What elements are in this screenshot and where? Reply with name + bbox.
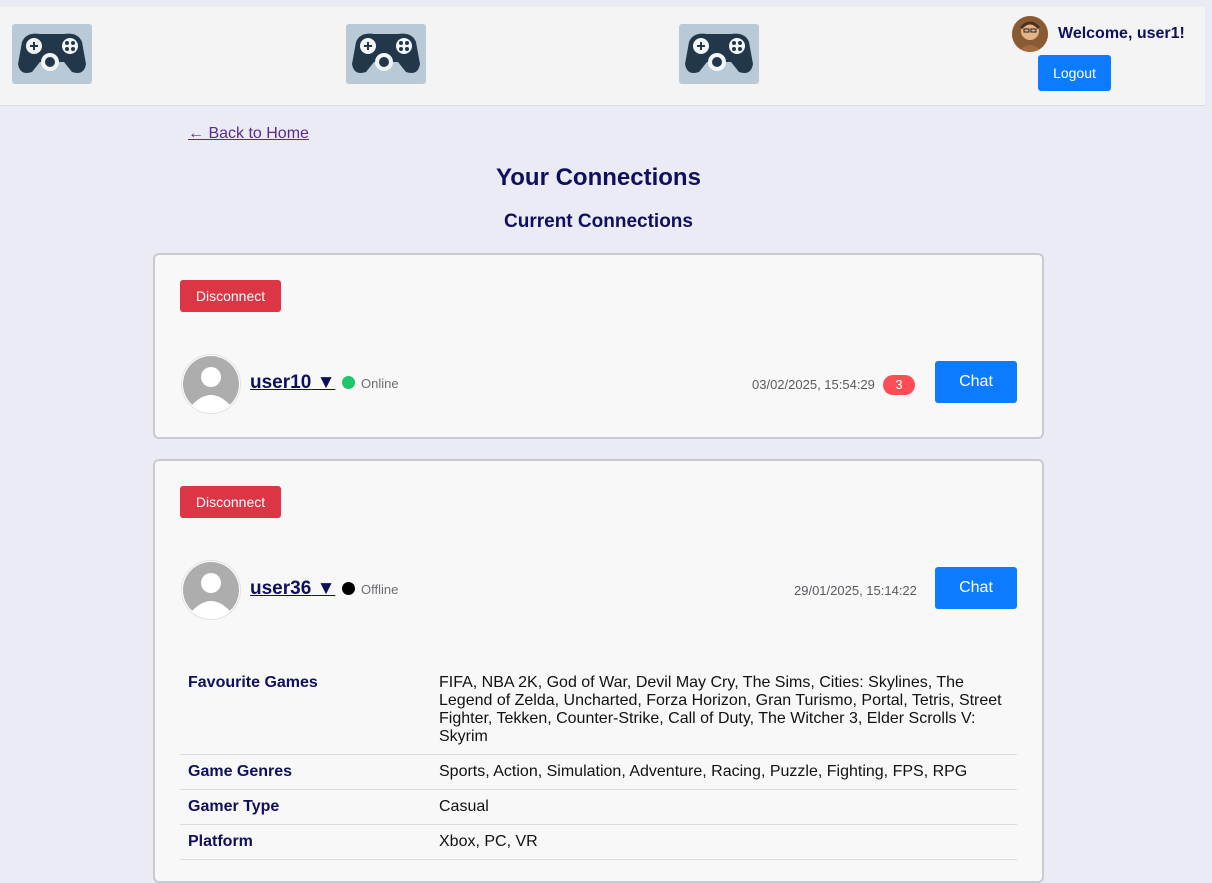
last-message-time: 29/01/2025, 15:14:22 — [794, 583, 917, 598]
table-row: Game Genres Sports, Action, Simulation, … — [180, 754, 1017, 790]
table-row: Platform Xbox, PC, VR — [180, 824, 1017, 860]
table-row: Gamer Type Casual — [180, 789, 1017, 825]
connection-card: Disconnect user10 ▼ Online 03/02/2025, 1… — [153, 253, 1044, 439]
welcome-text: Welcome, user1! — [1058, 25, 1185, 42]
chat-button[interactable]: Chat — [935, 567, 1017, 609]
connection-card: Disconnect user36 ▼ Offline 29/01/2025, … — [153, 459, 1044, 883]
page-title: Your Connections — [496, 164, 701, 191]
username-link[interactable]: user10 ▼ — [250, 372, 335, 394]
detail-value: Sports, Action, Simulation, Adventure, R… — [431, 754, 1017, 790]
disconnect-button[interactable]: Disconnect — [180, 486, 281, 518]
table-row: Favourite Games FIFA, NBA 2K, God of War… — [180, 666, 1017, 755]
unread-badge: 3 — [883, 375, 915, 395]
logout-button[interactable]: Logout — [1038, 55, 1111, 91]
user-avatar[interactable] — [1012, 16, 1048, 52]
detail-label: Platform — [180, 824, 431, 860]
disconnect-button[interactable]: Disconnect — [180, 280, 281, 312]
top-header: Welcome, user1! Logout — [0, 7, 1205, 106]
back-to-home-link[interactable]: ← Back to Home — [188, 125, 309, 143]
gamepad-logo-icon[interactable] — [679, 24, 759, 84]
detail-value: Casual — [431, 789, 1017, 825]
last-message-time: 03/02/2025, 15:54:29 — [752, 377, 875, 392]
dropdown-arrow-icon[interactable]: ▼ — [317, 372, 336, 393]
detail-label: Favourite Games — [180, 666, 431, 755]
detail-label: Gamer Type — [180, 789, 431, 825]
status-text: Online — [361, 376, 399, 391]
section-title: Current Connections — [504, 211, 693, 232]
detail-label: Game Genres — [180, 754, 431, 790]
detail-value: Xbox, PC, VR — [431, 824, 1017, 860]
gamepad-logo-icon[interactable] — [12, 24, 92, 84]
gamepad-logo-icon[interactable] — [346, 24, 426, 84]
user-menu: Welcome, user1! Logout — [1012, 16, 1202, 96]
status-online-icon — [342, 376, 355, 389]
default-avatar-icon — [181, 560, 241, 620]
detail-value: FIFA, NBA 2K, God of War, Devil May Cry,… — [431, 666, 1017, 755]
profile-details-table: Favourite Games FIFA, NBA 2K, God of War… — [180, 666, 1017, 860]
dropdown-arrow-icon[interactable]: ▼ — [317, 578, 336, 599]
default-avatar-icon — [181, 354, 241, 414]
status-offline-icon — [342, 582, 355, 595]
chat-button[interactable]: Chat — [935, 361, 1017, 403]
username-link[interactable]: user36 ▼ — [250, 578, 335, 600]
status-text: Offline — [361, 582, 399, 597]
